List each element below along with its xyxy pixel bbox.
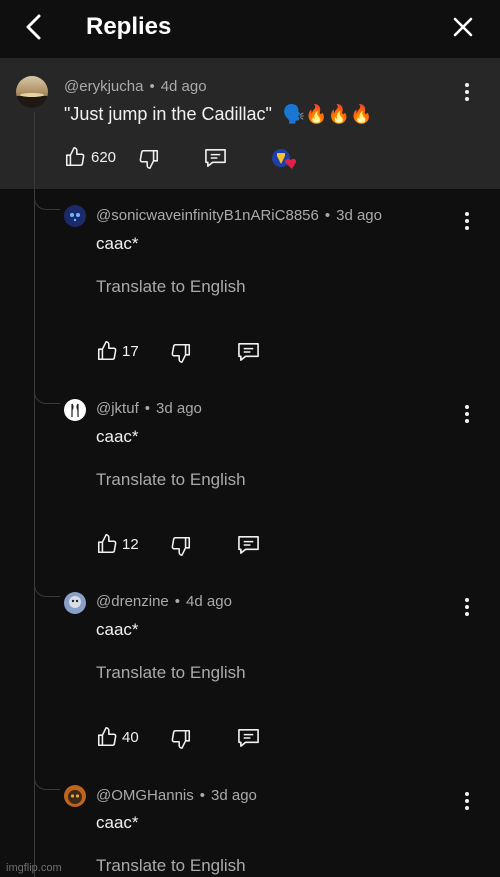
back-button[interactable] bbox=[18, 12, 48, 42]
comment-meta: @jktuf • 3d ago bbox=[96, 400, 202, 417]
thumbs-down-icon bbox=[139, 149, 159, 169]
thumbs-down-icon bbox=[171, 536, 191, 556]
like-button[interactable] bbox=[96, 340, 118, 362]
comment-text: caac* bbox=[96, 813, 139, 832]
comment-emojis: 🗣️🔥🔥🔥 bbox=[282, 104, 373, 125]
like-button[interactable] bbox=[64, 146, 86, 168]
watermark: imgflip.com bbox=[6, 862, 62, 874]
like-button[interactable] bbox=[96, 533, 118, 555]
like-count: 17 bbox=[122, 343, 139, 360]
dislike-button[interactable] bbox=[170, 728, 192, 750]
comment-handle[interactable]: @OMGHannis bbox=[96, 787, 194, 804]
reply-button[interactable] bbox=[237, 534, 260, 556]
comment-age: 4d ago bbox=[186, 593, 232, 610]
creator-heart-badge bbox=[270, 147, 300, 171]
chevron-left-icon bbox=[26, 14, 41, 40]
close-icon bbox=[453, 17, 473, 37]
reply-connector bbox=[34, 390, 60, 404]
translate-button[interactable]: Translate to English bbox=[96, 470, 246, 490]
avatar[interactable] bbox=[64, 785, 86, 807]
avatar[interactable] bbox=[64, 592, 86, 614]
translate-button[interactable]: Translate to English bbox=[96, 663, 246, 683]
header-bar: Replies bbox=[0, 0, 500, 58]
avatar[interactable] bbox=[64, 205, 86, 227]
comment-age: 3d ago bbox=[336, 207, 382, 224]
like-count: 12 bbox=[122, 536, 139, 553]
translate-button[interactable]: Translate to English bbox=[96, 277, 246, 297]
parent-comment: @erykjucha • 4d ago "Just jump in the Cadi… bbox=[0, 58, 500, 189]
like-count: 620 bbox=[91, 149, 117, 166]
dislike-button[interactable] bbox=[138, 148, 160, 170]
more-options-button[interactable] bbox=[457, 207, 477, 235]
avatar[interactable] bbox=[64, 399, 86, 421]
comment-body: "Just jump in the Cadillac" 🗣️🔥🔥🔥 bbox=[64, 104, 373, 125]
dislike-button[interactable] bbox=[170, 535, 192, 557]
like-button[interactable] bbox=[96, 726, 118, 748]
thumbs-up-icon bbox=[97, 727, 117, 747]
thumbs-up-icon bbox=[97, 534, 117, 554]
more-options-button[interactable] bbox=[457, 400, 477, 428]
more-options-button[interactable] bbox=[457, 593, 477, 621]
translate-button[interactable]: Translate to English bbox=[96, 856, 246, 876]
reply-connector bbox=[34, 583, 60, 597]
comment-icon bbox=[238, 729, 259, 747]
comment-text: caac* bbox=[96, 620, 139, 639]
comment-age: 4d ago bbox=[160, 78, 207, 95]
page-title: Replies bbox=[86, 13, 172, 40]
thumbs-down-icon bbox=[171, 729, 191, 749]
thumbs-up-icon bbox=[97, 341, 117, 361]
comment-meta: @sonicwaveinfinityB1nARiC8856 • 3d ago bbox=[96, 207, 382, 224]
reply-button[interactable] bbox=[237, 727, 260, 749]
comment-handle[interactable]: @jktuf bbox=[96, 400, 139, 417]
comment-meta: @drenzine • 4d ago bbox=[96, 593, 232, 610]
reply-connector bbox=[34, 196, 60, 210]
reply-button[interactable] bbox=[204, 147, 227, 169]
thread-line bbox=[34, 112, 35, 877]
comment-meta: @OMGHannis • 3d ago bbox=[96, 787, 257, 804]
comment-handle[interactable]: @drenzine bbox=[96, 593, 169, 610]
thumbs-up-icon bbox=[65, 147, 85, 167]
more-options-button[interactable] bbox=[457, 78, 477, 106]
comment-text: caac* bbox=[96, 234, 139, 253]
more-options-button[interactable] bbox=[457, 787, 477, 815]
comment-text: caac* bbox=[96, 427, 139, 446]
comment-age: 3d ago bbox=[211, 787, 257, 804]
close-button[interactable] bbox=[448, 12, 478, 42]
comment-text: "Just jump in the Cadillac" bbox=[64, 104, 272, 124]
reply-button[interactable] bbox=[237, 341, 260, 363]
thumbs-down-icon bbox=[171, 343, 191, 363]
like-count: 40 bbox=[122, 729, 139, 746]
comment-meta: @erykjucha • 4d ago bbox=[64, 78, 207, 95]
comment-age: 3d ago bbox=[156, 400, 202, 417]
comment-icon bbox=[205, 149, 226, 167]
comment-icon bbox=[238, 343, 259, 361]
avatar[interactable] bbox=[16, 76, 48, 108]
dislike-button[interactable] bbox=[170, 342, 192, 364]
creator-heart-icon bbox=[272, 149, 297, 169]
comment-handle[interactable]: @erykjucha bbox=[64, 78, 143, 95]
comment-icon bbox=[238, 536, 259, 554]
reply-connector bbox=[34, 776, 60, 790]
comment-handle[interactable]: @sonicwaveinfinityB1nARiC8856 bbox=[96, 207, 319, 224]
